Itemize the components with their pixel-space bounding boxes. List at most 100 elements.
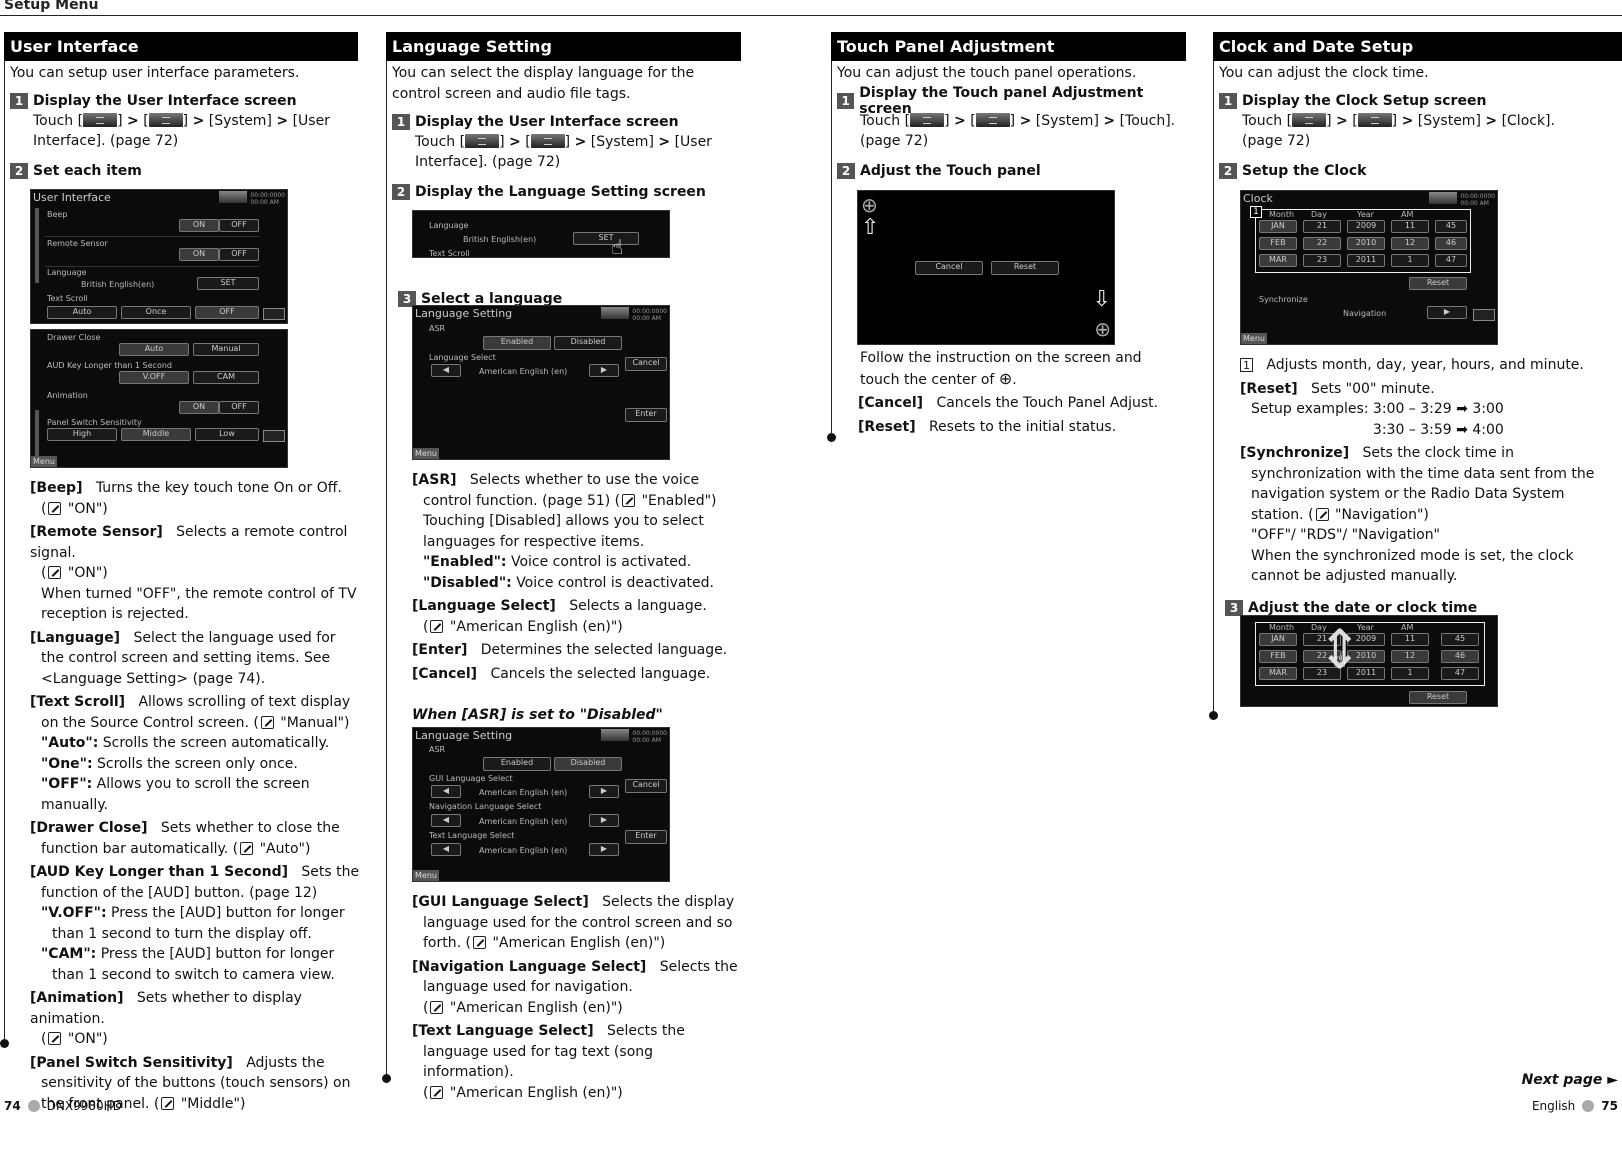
return-icon[interactable] xyxy=(263,430,285,442)
crosshair-target-icon[interactable]: ⊕ xyxy=(1094,317,1111,341)
enter-button[interactable]: Enter xyxy=(625,830,667,844)
scrollbar[interactable] xyxy=(35,410,39,458)
language-next-button[interactable]: ▶ xyxy=(589,364,619,377)
reset-button[interactable]: Reset xyxy=(1409,277,1467,290)
minute-cell[interactable]: 47 xyxy=(1441,667,1479,680)
page-header: Setup Menu xyxy=(0,0,1622,16)
asr-disabled-button[interactable]: Disabled xyxy=(554,757,622,771)
animation-off-button[interactable]: OFF xyxy=(219,401,259,414)
sensitivity-middle-button[interactable]: Middle xyxy=(121,428,191,441)
chevron-right-icon: > xyxy=(658,134,671,150)
language-setting-screen: Language Setting 00:00:0000 00:00 AM ASR … xyxy=(412,305,670,460)
month-cell[interactable]: FEB xyxy=(1259,237,1297,250)
beep-on-button[interactable]: ON xyxy=(179,219,219,232)
crosshair-target-icon[interactable]: ⊕ xyxy=(861,193,878,217)
scrollbar[interactable] xyxy=(35,208,39,283)
step-label: Setup the Clock xyxy=(1242,163,1367,179)
back-icon xyxy=(601,729,629,741)
remote-on-button[interactable]: ON xyxy=(179,248,219,261)
sync-next-button[interactable]: ▶ xyxy=(1427,306,1467,319)
hour-cell[interactable]: 12 xyxy=(1391,237,1429,250)
aud-cam-button[interactable]: CAM xyxy=(193,371,259,384)
asr-disabled-button[interactable]: Disabled xyxy=(554,336,622,350)
return-icon[interactable] xyxy=(1473,309,1495,321)
aud-voff-button[interactable]: V.OFF xyxy=(119,371,189,384)
column-end-dot xyxy=(827,433,836,442)
hour-cell[interactable]: 11 xyxy=(1391,220,1429,233)
month-cell[interactable]: FEB xyxy=(1259,650,1297,663)
month-cell[interactable]: JAN xyxy=(1259,220,1297,233)
text-language-next-button[interactable]: ▶ xyxy=(589,843,619,856)
asr-disabled-heading: When [ASR] is set to "Disabled" xyxy=(412,707,663,723)
callout-1: 1 xyxy=(1250,206,1262,218)
cancel-button[interactable]: Cancel xyxy=(915,261,983,275)
day-cell[interactable]: 23 xyxy=(1303,254,1341,267)
text-scroll-once-button[interactable]: Once xyxy=(121,306,191,319)
hour-cell[interactable]: 11 xyxy=(1391,633,1429,646)
year-cell[interactable]: 2011 xyxy=(1347,254,1385,267)
gui-language-prev-button[interactable]: ◀ xyxy=(431,785,461,798)
minute-cell[interactable]: 47 xyxy=(1435,254,1467,267)
remote-off-button[interactable]: OFF xyxy=(219,248,259,261)
menu-button[interactable]: Menu xyxy=(413,448,439,459)
minute-cell[interactable]: 46 xyxy=(1435,237,1467,250)
month-cell[interactable]: MAR xyxy=(1259,667,1297,680)
wrench-default-icon xyxy=(48,1032,62,1045)
step-label: Display the User Interface screen xyxy=(33,93,297,109)
text-scroll-auto-button[interactable]: Auto xyxy=(47,306,117,319)
minute-cell[interactable]: 45 xyxy=(1435,220,1467,233)
language-set-button[interactable]: SET xyxy=(197,277,259,290)
desc-gui-language: [GUI Language Select] Selects the displa… xyxy=(412,894,735,951)
year-cell[interactable]: 2009 xyxy=(1347,220,1385,233)
minute-cell[interactable]: 46 xyxy=(1441,650,1479,663)
desc-aud-key: [AUD Key Longer than 1 Second] Sets the … xyxy=(30,864,360,983)
asr-enabled-button[interactable]: Enabled xyxy=(483,757,551,771)
wrench-default-icon xyxy=(430,1000,444,1014)
enter-button[interactable]: Enter xyxy=(625,408,667,422)
step-label: Display the Language Setting screen xyxy=(415,184,706,200)
section-title: Clock and Date Setup xyxy=(1213,32,1622,61)
menu-button[interactable]: Menu xyxy=(31,456,57,467)
language-set-screen-crop: Language British English(en) SET Text Sc… xyxy=(412,210,670,258)
text-language-prev-button[interactable]: ◀ xyxy=(431,843,461,856)
step-2: 2 Setup the Clock xyxy=(1219,161,1622,181)
minute-cell[interactable]: 45 xyxy=(1441,633,1479,646)
cancel-button[interactable]: Cancel xyxy=(625,779,667,793)
animation-on-button[interactable]: ON xyxy=(179,401,219,414)
asr-enabled-button[interactable]: Enabled xyxy=(483,336,551,350)
hour-cell[interactable]: 1 xyxy=(1391,254,1429,267)
desc-animation: [Animation] Sets whether to display anim… xyxy=(30,990,302,1047)
day-cell[interactable]: 22 xyxy=(1303,237,1341,250)
cancel-button[interactable]: Cancel xyxy=(625,357,667,371)
user-interface-screen-1: User Interface 00:00:0000 00:00 AM Beep O… xyxy=(30,189,288,324)
arrow-right-icon: ➡ xyxy=(1456,401,1468,417)
hour-cell[interactable]: 1 xyxy=(1391,667,1429,680)
next-page-link[interactable]: Next page ► xyxy=(1522,1072,1618,1088)
return-icon[interactable] xyxy=(263,308,285,320)
sensitivity-low-button[interactable]: Low xyxy=(195,428,259,441)
nav-language-prev-button[interactable]: ◀ xyxy=(431,814,461,827)
reset-button[interactable]: Reset xyxy=(1409,691,1467,704)
section-language-setting: Language Setting You can select the disp… xyxy=(386,32,741,202)
menu-button[interactable]: Menu xyxy=(413,870,439,881)
drawer-manual-button[interactable]: Manual xyxy=(193,343,259,356)
menu-button[interactable]: Menu xyxy=(1241,333,1267,344)
language-prev-button[interactable]: ◀ xyxy=(431,364,461,377)
desc-text-language: [Text Language Select] Selects the langu… xyxy=(412,1023,685,1101)
text-scroll-off-button[interactable]: OFF xyxy=(195,306,259,319)
month-cell[interactable]: JAN xyxy=(1259,633,1297,646)
callout-1-marker: 1 xyxy=(1240,358,1253,372)
reset-button[interactable]: Reset xyxy=(991,261,1059,275)
sensitivity-high-button[interactable]: High xyxy=(47,428,117,441)
gui-language-next-button[interactable]: ▶ xyxy=(589,785,619,798)
chevron-right-icon: > xyxy=(192,113,205,129)
hour-cell[interactable]: 12 xyxy=(1391,650,1429,663)
month-cell[interactable]: MAR xyxy=(1259,254,1297,267)
step-label: Adjust the date or clock time xyxy=(1248,600,1478,616)
nav-language-next-button[interactable]: ▶ xyxy=(589,814,619,827)
year-cell[interactable]: 2010 xyxy=(1347,237,1385,250)
day-cell[interactable]: 21 xyxy=(1303,220,1341,233)
drawer-auto-button[interactable]: Auto xyxy=(119,343,189,356)
beep-off-button[interactable]: OFF xyxy=(219,219,259,232)
language-set-button[interactable]: SET xyxy=(573,232,639,245)
